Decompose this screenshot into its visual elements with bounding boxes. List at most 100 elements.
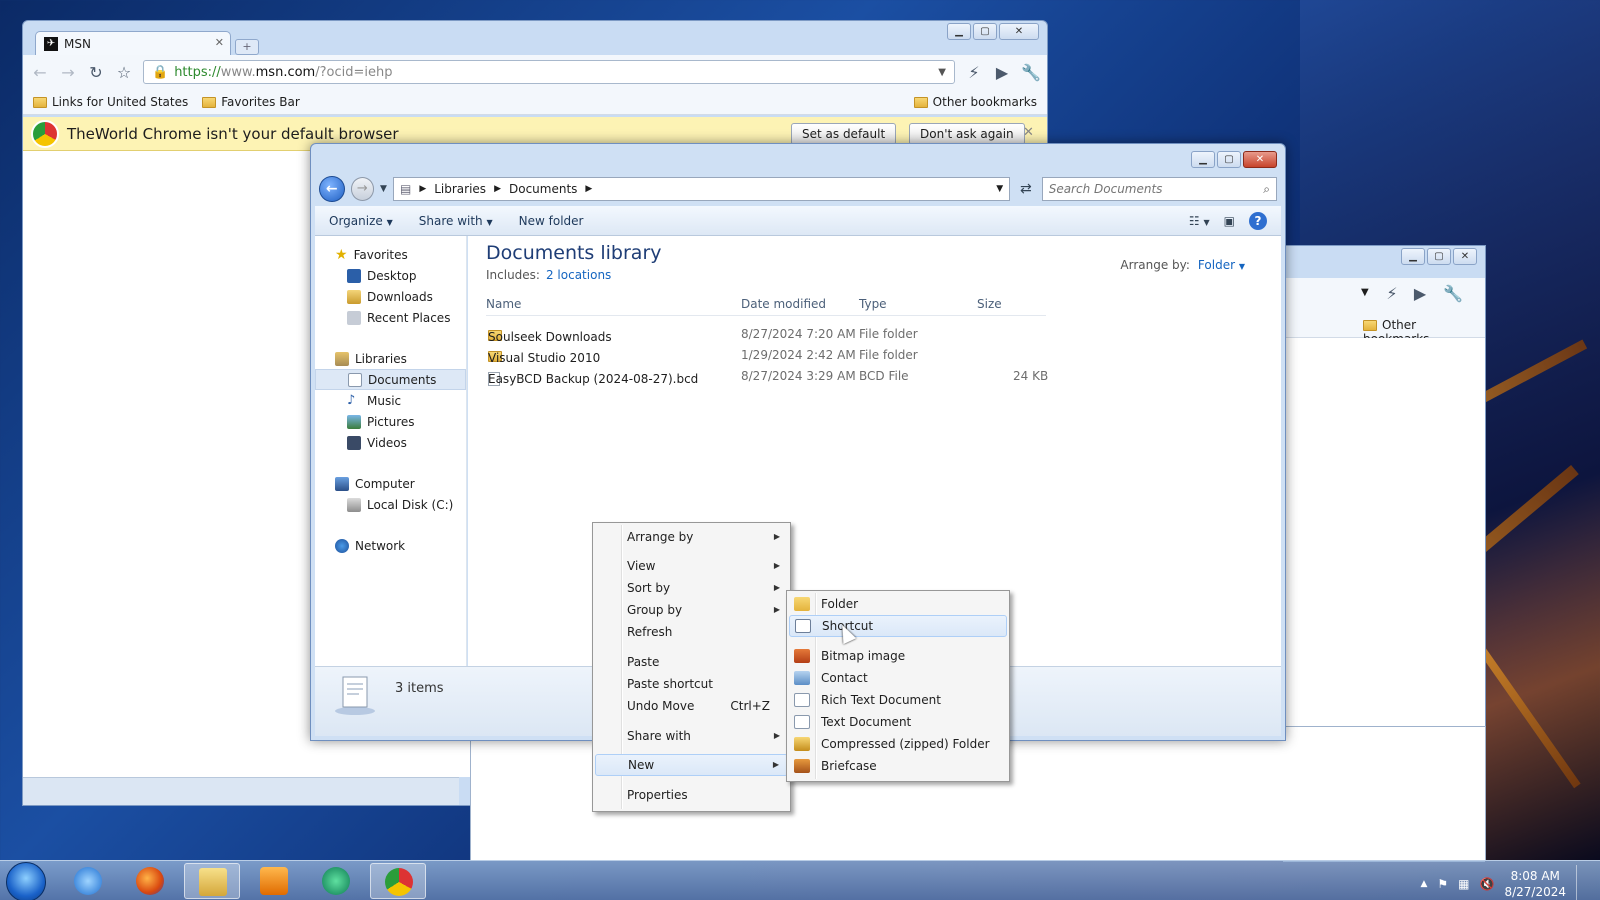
address-dropdown-icon[interactable]: ▼ [996, 184, 1003, 194]
back-arrow-icon[interactable]: ← [31, 63, 49, 82]
new-tab-button[interactable]: + [235, 39, 259, 55]
play-icon[interactable]: ▶ [1411, 284, 1429, 303]
maximize-button[interactable]: ▢ [973, 23, 997, 40]
nav-downloads[interactable]: Downloads [315, 286, 466, 307]
menu-properties[interactable]: Properties [595, 784, 788, 806]
file-row[interactable]: Soulseek Downloads 8/27/2024 7:20 AM Fil… [486, 324, 1046, 345]
set-as-default-button[interactable]: Set as default [791, 123, 897, 145]
infobar-close-icon[interactable]: ✕ [1023, 125, 1034, 140]
dont-ask-again-button[interactable]: Don't ask again [909, 123, 1025, 145]
bookmark-favorites-bar[interactable]: Favorites Bar [202, 95, 300, 109]
volume-muted-icon[interactable]: 🔇 [1480, 877, 1495, 891]
other-bookmarks[interactable]: Other bookmarks [913, 95, 1037, 109]
forward-button[interactable]: → [350, 177, 375, 201]
taskbar-firefox[interactable] [122, 863, 178, 899]
nav-recent-places[interactable]: Recent Places [315, 307, 466, 328]
menu-undo-move[interactable]: Undo Move Ctrl+Z [595, 695, 788, 717]
preview-pane-icon[interactable]: ▣ [1224, 214, 1235, 228]
menu-view[interactable]: View ▶ [595, 555, 788, 577]
share-with-button[interactable]: Share with ▼ [419, 214, 493, 228]
organize-button[interactable]: Organize ▼ [329, 214, 393, 228]
file-row[interactable]: EasyBCD Backup (2024-08-27).bcd 8/27/202… [486, 366, 1048, 387]
nav-computer[interactable]: Computer [315, 473, 466, 494]
nav-documents[interactable]: Documents [315, 369, 466, 390]
new-briefcase-item[interactable]: Briefcase [789, 755, 1007, 777]
search-icon[interactable]: ⌕ [1263, 182, 1270, 197]
refresh-icon[interactable]: ⇄ [1016, 181, 1036, 197]
change-view-icon[interactable]: ☷ ▼ [1189, 214, 1210, 228]
column-type[interactable]: Type [859, 297, 887, 311]
new-rich-text-item[interactable]: Rich Text Document [789, 689, 1007, 711]
wrench-menu-icon[interactable]: 🔧 [1443, 284, 1463, 303]
taskbar-explorer[interactable] [184, 863, 240, 899]
tab-msn[interactable]: ✈ MSN ✕ [35, 31, 231, 55]
minimize-button[interactable]: ▁ [1401, 248, 1425, 265]
arrange-by-dropdown[interactable]: Folder ▼ [1198, 258, 1245, 272]
minimize-button[interactable]: ▁ [1191, 151, 1215, 168]
menu-sort-by[interactable]: Sort by ▶ [595, 577, 788, 599]
column-date-modified[interactable]: Date modified [741, 297, 826, 311]
nav-desktop[interactable]: Desktop [315, 265, 466, 286]
new-contact-item[interactable]: Contact [789, 667, 1007, 689]
close-button[interactable]: ✕ [1453, 248, 1477, 265]
bookmark-links-us[interactable]: Links for United States [33, 95, 188, 109]
search-input[interactable] [1048, 182, 1264, 196]
menu-group-by[interactable]: Group by ▶ [595, 599, 788, 621]
back-button[interactable]: ← [319, 176, 345, 202]
network-tray-icon[interactable]: ▦ [1458, 877, 1469, 891]
maximize-button[interactable]: ▢ [1427, 248, 1451, 265]
nav-pictures[interactable]: Pictures [315, 411, 466, 432]
close-button[interactable]: ✕ [999, 23, 1039, 40]
breadcrumb-libraries[interactable]: Libraries [434, 182, 486, 196]
new-shortcut-item[interactable]: Shortcut [789, 615, 1007, 637]
address-dropdown-icon[interactable]: ▼ [1361, 287, 1369, 298]
action-center-flag-icon[interactable]: ⚑ [1437, 877, 1448, 891]
menu-paste[interactable]: Paste [595, 651, 788, 673]
nav-network[interactable]: Network [315, 535, 466, 556]
explorer-address-bar[interactable]: ▤ ▶ Libraries ▶ Documents ▶ ▼ [392, 177, 1011, 201]
nav-videos[interactable]: Videos [315, 432, 466, 453]
system-clock[interactable]: 8:08 AM 8/27/2024 [1504, 868, 1566, 900]
reload-icon[interactable]: ↻ [87, 63, 105, 82]
bookmark-star-icon[interactable]: ☆ [115, 63, 133, 82]
start-button[interactable] [6, 862, 46, 900]
taskbar-app-green[interactable] [308, 863, 364, 899]
close-button[interactable]: ✕ [1243, 151, 1277, 168]
address-bar[interactable]: 🔒 https://www.msn.com/?ocid=iehp ▼ [143, 60, 955, 84]
file-row[interactable]: Visual Studio 2010 1/29/2024 2:42 AM Fil… [486, 345, 1046, 366]
new-folder-button[interactable]: New folder [519, 214, 584, 228]
minimize-button[interactable]: ▁ [947, 23, 971, 40]
new-bitmap-item[interactable]: Bitmap image [789, 645, 1007, 667]
menu-new[interactable]: New ▶ [595, 754, 788, 776]
recent-pages-dropdown-icon[interactable]: ▼ [380, 184, 387, 194]
address-dropdown-icon[interactable]: ▼ [938, 67, 946, 78]
tab-close-icon[interactable]: ✕ [215, 36, 224, 49]
maximize-button[interactable]: ▢ [1217, 151, 1241, 168]
new-zip-folder-item[interactable]: Compressed (zipped) Folder [789, 733, 1007, 755]
help-icon[interactable]: ? [1249, 211, 1267, 230]
menu-share-with[interactable]: Share with ▶ [595, 725, 788, 747]
locations-link[interactable]: 2 locations [546, 268, 611, 282]
nav-favorites[interactable]: ★ Favorites [315, 244, 466, 265]
lightning-icon[interactable]: ⚡ [1383, 284, 1401, 303]
new-text-document-item[interactable]: Text Document [789, 711, 1007, 733]
play-icon[interactable]: ▶ [993, 63, 1011, 82]
menu-arrange-by[interactable]: Arrange by ▶ [595, 526, 788, 548]
show-hidden-icons-icon[interactable]: ▲ [1420, 879, 1427, 889]
taskbar-theworld-browser[interactable] [370, 863, 426, 899]
column-size[interactable]: Size [977, 297, 1002, 311]
nav-libraries[interactable]: Libraries [315, 348, 466, 369]
taskbar-internet-explorer[interactable] [60, 863, 116, 899]
column-name[interactable]: Name [486, 297, 521, 311]
nav-local-disk[interactable]: Local Disk (C:) [315, 494, 466, 515]
lightning-icon[interactable]: ⚡ [965, 63, 983, 82]
search-documents-field[interactable]: ⌕ [1041, 177, 1277, 201]
menu-paste-shortcut[interactable]: Paste shortcut [595, 673, 788, 695]
breadcrumb-documents[interactable]: Documents [509, 182, 577, 196]
forward-arrow-icon[interactable]: → [59, 63, 77, 82]
show-desktop-button[interactable] [1576, 865, 1590, 900]
taskbar-media-player[interactable] [246, 863, 302, 899]
new-folder-item[interactable]: Folder [789, 593, 1007, 615]
wrench-menu-icon[interactable]: 🔧 [1021, 63, 1041, 82]
nav-music[interactable]: ♪ Music [315, 390, 466, 411]
